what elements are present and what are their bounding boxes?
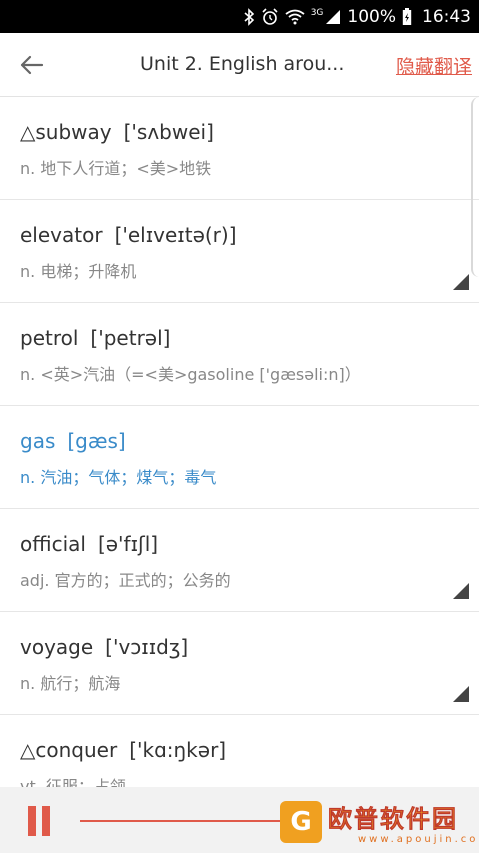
back-arrow-icon: [20, 55, 44, 75]
word-text: petrol: [20, 326, 79, 350]
word-text: elevator: [20, 223, 103, 247]
back-button[interactable]: [12, 47, 52, 83]
word-line: gas [gæs]: [20, 429, 126, 453]
meaning-text: adj. 官方的；正式的；公务的: [20, 571, 231, 590]
wifi-icon: [285, 7, 305, 27]
page-title: Unit 2. English arou...: [140, 53, 345, 75]
word-line: petrol ['petrəl]: [20, 326, 170, 350]
phonetic-text: ['elɪveɪtə(r)]: [114, 223, 237, 247]
word-line: △subway ['sʌbwei]: [20, 120, 214, 144]
word-list: △subway ['sʌbwei] n. 地下人行道；<美>地铁 elevator…: [0, 97, 479, 787]
word-line: elevator ['elɪveɪtə(r)]: [20, 223, 237, 247]
word-text: official: [20, 532, 86, 556]
meaning-text: vt. 征服；占领: [20, 777, 126, 787]
word-line: voyage ['vɔɪɪdʒ]: [20, 635, 188, 659]
progress-bar[interactable]: [80, 820, 280, 822]
watermark-text: 欧普软件园 www.apoujin.com: [328, 799, 479, 845]
phonetic-text: [ə'fɪʃl]: [97, 532, 159, 556]
meaning-text: n. 电梯；升降机: [20, 262, 137, 281]
hide-translation-button[interactable]: 隐藏翻译: [396, 52, 472, 79]
meaning-text: n. 汽油；气体；煤气；毒气: [20, 468, 217, 487]
word-line: official [ə'fɪʃl]: [20, 532, 158, 556]
bluetooth-icon: [243, 7, 255, 27]
phonetic-text: ['petrəl]: [90, 326, 171, 350]
expand-corner-icon[interactable]: [453, 686, 469, 702]
clock: 16:43: [422, 6, 471, 27]
overscroll-edge: [471, 97, 479, 277]
audio-player-bar: G 欧普软件园 www.apoujin.com: [0, 787, 479, 853]
word-row[interactable]: petrol ['petrəl] n. <英>汽油（=<美>gasoline ['…: [0, 303, 479, 406]
word-text: △conquer: [20, 738, 118, 762]
watermark-name: 欧普软件园: [328, 805, 458, 834]
network-type: 3G: [310, 8, 324, 18]
expand-corner-icon[interactable]: [453, 583, 469, 599]
status-bar: 3G 100% 16:43: [0, 0, 479, 33]
watermark-url: www.apoujin.com: [358, 834, 479, 845]
phonetic-text: [gæs]: [67, 429, 126, 453]
battery-icon: [402, 7, 412, 27]
phonetic-text: ['kɑ:ŋkər]: [129, 738, 227, 762]
app-header: Unit 2. English arou... 隐藏翻译: [0, 33, 479, 97]
word-text: gas: [20, 429, 56, 453]
pause-button[interactable]: [28, 806, 52, 836]
battery-percent: 100%: [347, 6, 396, 27]
meaning-text: n. <英>汽油（=<美>gasoline ['gæsəli:n]）: [20, 365, 361, 384]
meaning-text: n. 航行；航海: [20, 674, 121, 693]
word-text: voyage: [20, 635, 94, 659]
expand-corner-icon[interactable]: [453, 274, 469, 290]
word-row[interactable]: gas [gæs] n. 汽油；气体；煤气；毒气: [0, 406, 479, 509]
word-row[interactable]: elevator ['elɪveɪtə(r)] n. 电梯；升降机: [0, 200, 479, 303]
phonetic-text: ['vɔɪɪdʒ]: [105, 635, 189, 659]
signal-icon: [325, 7, 341, 27]
word-line: △conquer ['kɑ:ŋkər]: [20, 738, 226, 762]
word-row[interactable]: △conquer ['kɑ:ŋkər] vt. 征服；占领: [0, 715, 479, 787]
watermark: G 欧普软件园 www.apoujin.com: [280, 795, 479, 849]
meaning-text: n. 地下人行道；<美>地铁: [20, 159, 212, 178]
word-row[interactable]: official [ə'fɪʃl] adj. 官方的；正式的；公务的: [0, 509, 479, 612]
word-text: △subway: [20, 120, 112, 144]
pause-icon-bar: [42, 806, 50, 836]
alarm-icon: [261, 7, 279, 27]
word-row[interactable]: voyage ['vɔɪɪdʒ] n. 航行；航海: [0, 612, 479, 715]
pause-icon: [28, 806, 36, 836]
watermark-logo-icon: G: [280, 801, 322, 843]
word-row[interactable]: △subway ['sʌbwei] n. 地下人行道；<美>地铁: [0, 97, 479, 200]
phonetic-text: ['sʌbwei]: [123, 120, 214, 144]
